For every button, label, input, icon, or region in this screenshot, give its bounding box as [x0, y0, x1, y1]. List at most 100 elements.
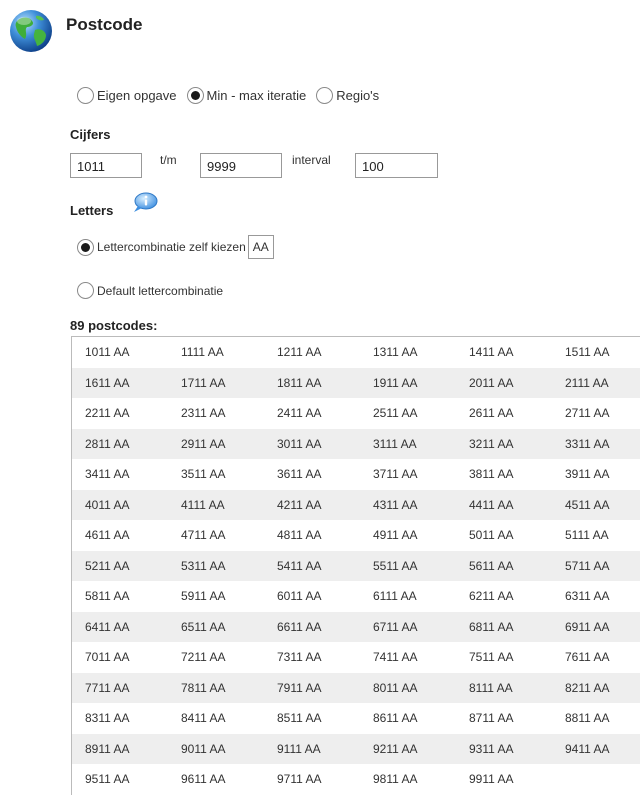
postcode-cell: 9011 AA	[181, 741, 226, 756]
table-row: 2811 AA 2911 AA 3011 AA 3111 AA 3211 AA 3311 …	[72, 428, 640, 459]
cijfers-to-input[interactable]: 9999	[200, 153, 282, 178]
postcode-cell: 2411 AA	[277, 406, 322, 421]
mode-option-eigen-opgave[interactable]: Eigen opgave	[77, 86, 177, 104]
table-row: 8311 AA 8411 AA 8511 AA 8611 AA 8711 AA 8811 …	[72, 703, 640, 734]
postcode-cell: 1811 AA	[277, 375, 322, 390]
postcode-cell: 5411 AA	[277, 558, 322, 573]
letters-default-option[interactable]: Default lettercombinatie	[77, 282, 223, 299]
postcode-cell: 4311 AA	[373, 497, 418, 512]
postcode-cell: 3111 AA	[373, 436, 417, 451]
postcode-cell: 4111 AA	[181, 497, 225, 512]
postcode-cell: 8911 AA	[85, 741, 130, 756]
table-row: 7011 AA 7211 AA 7311 AA 7411 AA 7511 AA 7611 …	[72, 642, 640, 673]
postcode-cell: 5511 AA	[373, 558, 418, 573]
postcode-cell: 6211 AA	[469, 589, 514, 604]
choose-label: Lettercombinatie zelf kiezen	[97, 240, 246, 254]
cijfers-from-input[interactable]: 1011	[70, 153, 142, 178]
postcode-cell: 9311 AA	[469, 741, 514, 756]
mode-option-label: Eigen opgave	[97, 87, 177, 103]
table-row: 9511 AA 9611 AA 9711 AA 9811 AA 9911 AA	[72, 764, 640, 795]
mode-option-label: Regio's	[336, 87, 380, 103]
mode-radio-group: Eigen opgave Min - max iteratie Regio's	[77, 85, 389, 105]
table-row: 1611 AA 1711 AA 1811 AA 1911 AA 2011 AA 2111 …	[72, 367, 640, 398]
postcode-cell: 5311 AA	[181, 558, 226, 573]
letters-choose-option[interactable]: Lettercombinatie zelf kiezen AA	[77, 235, 274, 259]
postcode-cell: 8311 AA	[85, 711, 130, 726]
info-icon[interactable]	[132, 192, 158, 219]
radio-min-max-iteratie[interactable]	[186, 86, 204, 104]
postcode-cell: 6711 AA	[373, 619, 418, 634]
radio-default-lettercombinatie[interactable]	[77, 282, 94, 299]
postcode-cell: 9611 AA	[181, 772, 226, 787]
table-row: 5811 AA 5911 AA 6011 AA 6111 AA 6211 AA 6311 …	[72, 581, 640, 612]
postcode-cell: 8011 AA	[373, 680, 418, 695]
postcode-cell: 4011 AA	[85, 497, 130, 512]
letter-combination-input[interactable]: AA	[247, 235, 274, 259]
postcode-cell: 7811 AA	[181, 680, 226, 695]
postcode-cell: 1511 AA	[565, 345, 610, 360]
tm-label: t/m	[160, 153, 177, 167]
postcode-cell: 1111 AA	[181, 345, 224, 360]
radio-regios[interactable]	[316, 86, 334, 104]
postcode-cell: 1411 AA	[469, 345, 514, 360]
postcode-cell: 4411 AA	[469, 497, 514, 512]
postcode-cell: 8811 AA	[565, 711, 610, 726]
postcode-cell: 3011 AA	[277, 436, 322, 451]
postcode-cell: 1311 AA	[373, 345, 418, 360]
postcode-cell: 5911 AA	[181, 589, 226, 604]
postcode-cell: 7011 AA	[85, 650, 130, 665]
postcode-cell: 7211 AA	[181, 650, 226, 665]
table-row: 6411 AA 6511 AA 6611 AA 6711 AA 6811 AA 6911 …	[72, 611, 640, 642]
postcode-cell: 4911 AA	[373, 528, 418, 543]
letters-heading: Letters	[70, 203, 114, 218]
postcode-cell: 3611 AA	[277, 467, 322, 482]
mode-option-label: Min - max iteratie	[206, 87, 307, 103]
interval-label: interval	[292, 153, 331, 167]
default-label: Default lettercombinatie	[97, 283, 224, 298]
postcode-cell: 5211 AA	[85, 558, 130, 573]
postcode-cell: 4211 AA	[277, 497, 322, 512]
postcode-cell: 7911 AA	[277, 680, 322, 695]
postcode-table: 1011 AA 1111 AA 1211 AA 1311 AA 1411 AA 1511 …	[71, 336, 640, 795]
postcode-cell: 2811 AA	[85, 436, 130, 451]
globe-icon	[8, 8, 54, 54]
postcode-cell: 2311 AA	[181, 406, 226, 421]
postcode-count: 89 postcodes:	[70, 318, 158, 333]
radio-lettercombinatie-zelf-kiezen[interactable]	[77, 238, 94, 256]
postcode-cell: 2911 AA	[181, 436, 226, 451]
postcode-cell: 3211 AA	[469, 436, 514, 451]
postcode-cell: 1011 AA	[85, 345, 130, 360]
postcode-cell: 7311 AA	[277, 650, 322, 665]
postcode-cell: 4811 AA	[277, 528, 322, 543]
postcode-cell: 3711 AA	[373, 467, 418, 482]
postcode-cell: 6011 AA	[277, 589, 322, 604]
postcode-cell: 8111 AA	[469, 680, 513, 695]
mode-option-min-max-iteratie[interactable]: Min - max iteratie	[186, 86, 307, 104]
postcode-cell: 2011 AA	[469, 375, 514, 390]
postcode-cell: 5611 AA	[469, 558, 514, 573]
postcode-cell: 7411 AA	[373, 650, 418, 665]
page-title: Postcode	[66, 15, 143, 34]
postcode-cell: 8711 AA	[469, 711, 514, 726]
radio-eigen-opgave[interactable]	[77, 86, 94, 104]
postcode-cell: 9511 AA	[85, 772, 130, 787]
postcode-cell: 5111 AA	[565, 528, 609, 543]
postcode-cell: 9911 AA	[469, 772, 514, 787]
postcode-cell: 1611 AA	[85, 375, 130, 390]
interval-input[interactable]: 100	[355, 153, 438, 178]
postcode-cell: 6411 AA	[85, 619, 130, 634]
postcode-cell: 6911 AA	[565, 619, 610, 634]
postcode-cell: 2211 AA	[85, 406, 130, 421]
postcode-cell: 2111 AA	[565, 375, 609, 390]
postcode-cell: 3911 AA	[565, 467, 610, 482]
postcode-cell: 9111 AA	[277, 741, 321, 756]
table-row: 3411 AA 3511 AA 3611 AA 3711 AA 3811 AA 3911 …	[72, 459, 640, 490]
postcode-cell: 3811 AA	[469, 467, 514, 482]
mode-option-regios[interactable]: Regio's	[316, 86, 380, 104]
postcode-cell: 1711 AA	[181, 375, 226, 390]
postcode-cell: 6511 AA	[181, 619, 226, 634]
table-row: 7711 AA 7811 AA 7911 AA 8011 AA 8111 AA 8211 …	[72, 672, 640, 703]
postcode-cell: 9211 AA	[373, 741, 418, 756]
postcode-cell: 8411 AA	[181, 711, 226, 726]
table-row: 4611 AA 4711 AA 4811 AA 4911 AA 5011 AA 5111 …	[72, 520, 640, 551]
